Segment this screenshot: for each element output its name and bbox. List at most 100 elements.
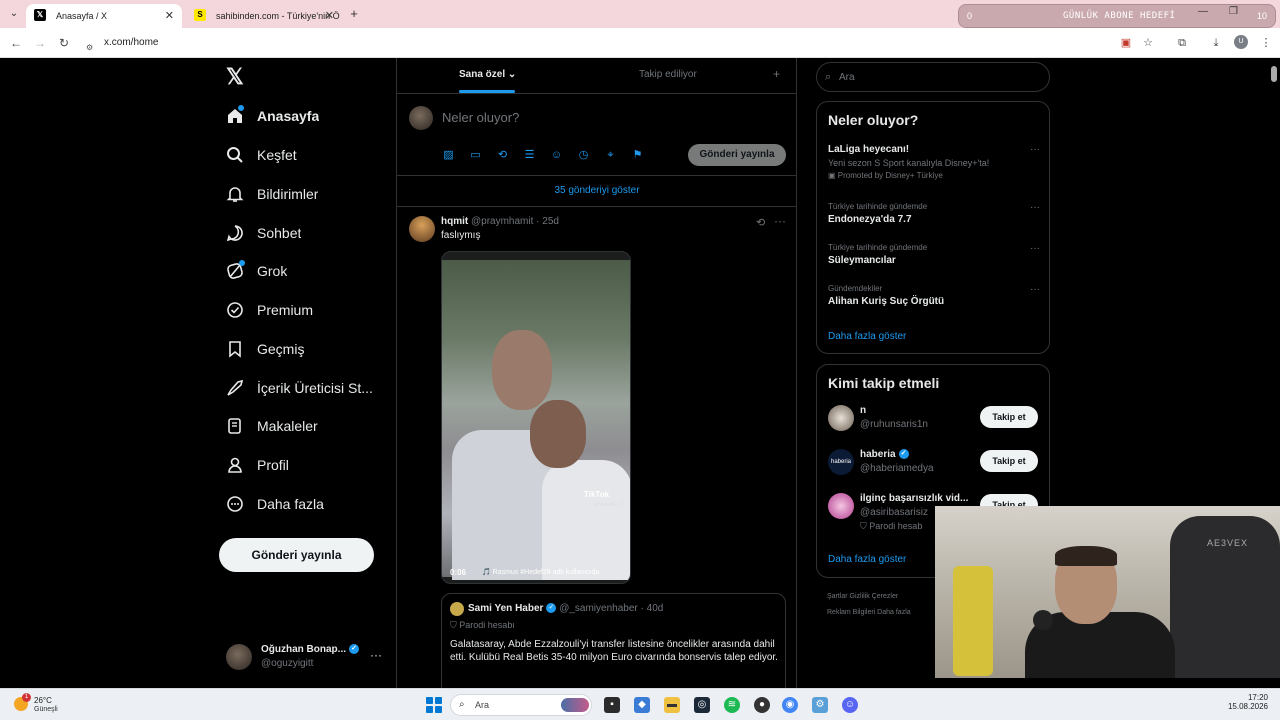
extensions-icon[interactable]: ⧉	[1174, 35, 1190, 51]
account-switcher[interactable]: Oğuzhan Bonap... ✓ @oguzyigitt ···	[226, 640, 394, 674]
minimize-icon[interactable]: —	[1198, 6, 1208, 17]
footer-links[interactable]: Şartlar Gizlilik Çerezler	[827, 593, 898, 600]
footer-links[interactable]: Reklam Bilgileri Daha fazla	[827, 609, 911, 616]
cast-icon[interactable]: ▣	[1118, 35, 1134, 51]
flag-icon[interactable]: ⚑	[630, 148, 645, 163]
emoji-icon[interactable]: ☺	[549, 148, 564, 163]
schedule-icon[interactable]: ◷	[576, 148, 591, 163]
browser-tab-bar: ⌄ 𝕏 Anasayfa / X ✕ S sahibinden.com - Tü…	[0, 0, 1280, 28]
quote-time: 40d	[646, 603, 664, 614]
weather-widget[interactable]: 1 26°C Güneşli	[14, 693, 74, 716]
browser-profile-avatar[interactable]: U	[1234, 35, 1248, 49]
gif-icon[interactable]: ▭	[468, 148, 483, 163]
system-clock[interactable]: 17:20 15.08.2026	[1224, 693, 1268, 711]
chrome-icon[interactable]: ◉	[782, 697, 798, 713]
quoted-tweet[interactable]: Sami Yen Haber ✓ @_samiyenhaber · 40d ⛉ P…	[441, 593, 786, 688]
follow-button[interactable]: Takip et	[980, 450, 1038, 472]
search-icon	[226, 146, 244, 164]
reload-icon[interactable]: ↻	[56, 35, 72, 51]
poll-icon[interactable]: ☰	[522, 148, 537, 163]
x-logo-icon: 𝕏	[34, 9, 46, 21]
trend-item[interactable]: Türkiye tarihinde gündemde Süleymancılar…	[828, 243, 1040, 266]
search-input[interactable]: ⌕ Ara	[816, 62, 1050, 92]
show-new-posts-link[interactable]: 35 gönderiyi göster	[397, 176, 797, 207]
bookmark-star-icon[interactable]: ☆	[1140, 35, 1156, 51]
spotify-icon[interactable]: ≋	[724, 697, 740, 713]
settings-icon[interactable]: ⚙	[812, 697, 828, 713]
tweet-author-name[interactable]: hqmit	[441, 216, 468, 227]
grok-icon[interactable]: ⟲	[756, 216, 765, 229]
tab-for-you[interactable]: Sana özel ⌄	[459, 69, 516, 80]
search-placeholder: Ara	[839, 72, 855, 83]
who-to-follow-show-more-link[interactable]: Daha fazla göster	[828, 554, 906, 565]
task-view-icon[interactable]: ▪	[604, 697, 620, 713]
follow-suggestion[interactable]: haberia haberia ✓ @haberiamedya Takip et	[828, 447, 1040, 481]
nav-item-notifications[interactable]: Bildirimler	[226, 179, 396, 209]
x-logo-icon[interactable]: 𝕏	[226, 66, 248, 88]
windows-start-icon[interactable]	[426, 697, 442, 713]
maximize-icon[interactable]: ❐	[1229, 6, 1238, 17]
nav-item-articles[interactable]: Makaleler	[226, 411, 396, 441]
nav-item-home[interactable]: Anasayfa	[226, 101, 396, 131]
more-dots-icon[interactable]: ···	[1030, 144, 1040, 155]
tiktok-handle: @enver...7	[594, 502, 624, 508]
back-icon[interactable]: ←	[8, 35, 24, 51]
obs-icon[interactable]: ●	[754, 697, 770, 713]
more-dots-icon[interactable]: ···	[1030, 284, 1040, 295]
nav-item-bookmarks[interactable]: Geçmiş	[226, 334, 396, 364]
tab-sahibinden[interactable]: S sahibinden.com - Türkiye'nin Ö ✕	[186, 4, 342, 28]
trend-item[interactable]: Gündemdekiler Alihan Kuriş Suç Örgütü ··…	[828, 284, 1040, 307]
menu-dots-icon[interactable]: ⋮	[1258, 35, 1274, 51]
tweet-author-handle[interactable]: @praymhamit	[471, 216, 533, 227]
more-dots-icon[interactable]: ···	[370, 648, 382, 662]
tweet[interactable]: hqmit @praymhamit · 25d ⟲ ··· faslıymış …	[397, 207, 797, 688]
close-tab-icon[interactable]: ✕	[165, 4, 174, 28]
add-tab-icon[interactable]: +	[773, 67, 780, 81]
tab-search-chevron-icon[interactable]: ⌄	[6, 6, 22, 22]
more-dots-icon[interactable]: ···	[1030, 202, 1040, 213]
image-icon[interactable]: ▨	[441, 148, 456, 163]
compose-input[interactable]: Neler oluyor?	[442, 110, 519, 125]
compose-post-button[interactable]: Gönderi yayınla	[688, 144, 786, 166]
trend-promo: ▣ Promoted by Disney+ Türkiye	[828, 171, 943, 180]
nav-item-creator-studio[interactable]: İçerik Üreticisi St...	[226, 373, 396, 403]
url-field[interactable]: ⚙ x.com/home	[84, 33, 1108, 53]
trends-title: Neler oluyor?	[828, 112, 919, 128]
trend-item[interactable]: LaLiga heyecanı! Yeni sezon S Sport kana…	[828, 144, 1040, 180]
weather-temp: 26°C	[34, 696, 52, 705]
trends-show-more-link[interactable]: Daha fazla göster	[828, 331, 906, 342]
new-tab-button[interactable]: +	[346, 4, 362, 24]
widgets-icon[interactable]: ◆	[634, 697, 650, 713]
steam-icon[interactable]: ◎	[694, 697, 710, 713]
nav-item-more[interactable]: Daha fazla	[226, 489, 396, 519]
trend-item[interactable]: Türkiye tarihinde gündemde Endonezya'da …	[828, 202, 1040, 225]
nav-item-grok[interactable]: Grok	[226, 256, 396, 286]
more-dots-icon[interactable]: ···	[1030, 243, 1040, 254]
location-icon[interactable]: ⌖	[603, 148, 618, 163]
tweet-header: hqmit @praymhamit · 25d	[441, 216, 559, 227]
tab-x-home[interactable]: 𝕏 Anasayfa / X ✕	[26, 4, 182, 28]
post-button[interactable]: Gönderi yayınla	[219, 538, 374, 572]
download-icon[interactable]: ⤓	[1208, 35, 1224, 51]
nav-item-explore[interactable]: Keşfet	[226, 140, 396, 170]
close-tab-icon[interactable]: ✕	[325, 4, 334, 28]
follow-suggestion[interactable]: n @ruhunsaris1n Takip et	[828, 403, 1040, 437]
avatar[interactable]	[409, 216, 435, 242]
file-explorer-icon[interactable]: ▬	[664, 697, 680, 713]
nav-item-premium[interactable]: Premium	[226, 295, 396, 325]
tweet-video[interactable]: TikTok @enver...7 0:06 🎵 Rasmus #Hedef28…	[441, 251, 631, 584]
forward-icon[interactable]: →	[32, 35, 48, 51]
more-dots-icon[interactable]: ···	[774, 214, 786, 228]
grok-icon[interactable]: ⟲	[495, 148, 510, 163]
tab-following[interactable]: Takip ediliyor	[639, 69, 697, 80]
grok-icon	[226, 260, 245, 280]
nav-item-chat[interactable]: Sohbet	[226, 218, 396, 248]
nav-item-profile[interactable]: Profil	[226, 450, 396, 480]
discord-icon[interactable]: ☺	[842, 697, 858, 713]
site-info-icon[interactable]: ⚙	[86, 38, 96, 52]
follow-button[interactable]: Takip et	[980, 406, 1038, 428]
taskbar-search[interactable]: ⌕ Ara	[450, 694, 592, 716]
search-icon: ⌕	[825, 71, 832, 83]
tweet-time[interactable]: 25d	[542, 216, 559, 227]
mask-icon: ⛉	[450, 620, 457, 630]
